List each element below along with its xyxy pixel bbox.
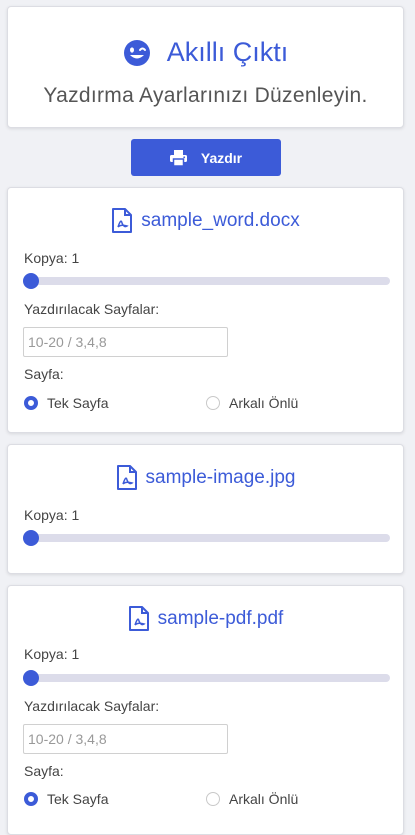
radio-label: Arkalı Önlü <box>229 791 299 807</box>
pages-label: Yazdırılacak Sayfalar: <box>24 698 160 714</box>
slider-thumb[interactable] <box>23 273 39 289</box>
side-label: Sayfa: <box>24 763 64 779</box>
app-title: Akıllı Çıktı <box>166 37 289 67</box>
radio-label: Tek Sayfa <box>47 395 109 411</box>
radio-label: Tek Sayfa <box>47 791 109 807</box>
app-title-row: Akıllı Çıktı <box>8 37 403 68</box>
radio-double-side[interactable]: Arkalı Önlü <box>206 395 298 411</box>
copies-slider[interactable] <box>23 273 390 289</box>
copies-label: Kopya: 1 <box>24 250 80 266</box>
side-radio-group: Tek Sayfa Arkalı Önlü <box>24 791 394 811</box>
radio-checked-icon <box>24 792 38 806</box>
copies-slider[interactable] <box>23 670 390 686</box>
file-name: sample-image.jpg <box>145 467 296 488</box>
print-button-label: Yazdır <box>200 149 243 166</box>
radio-unchecked-icon <box>206 792 220 806</box>
copies-slider[interactable] <box>23 530 390 546</box>
print-button[interactable]: Yazdır <box>131 139 281 176</box>
file-card: sample-pdf.pdf Kopya: 1 Yazdırılacak Say… <box>7 585 404 835</box>
radio-label: Arkalı Önlü <box>229 395 299 411</box>
slider-thumb[interactable] <box>23 530 39 546</box>
file-title: sample-image.jpg <box>8 465 403 491</box>
file-pdf-icon <box>116 465 137 490</box>
printer-icon <box>169 149 187 166</box>
side-radio-group: Tek Sayfa Arkalı Önlü <box>24 395 394 415</box>
radio-single-side[interactable]: Tek Sayfa <box>24 395 108 411</box>
app-subtitle: Yazdırma Ayarlarınızı Düzenleyin. <box>43 84 368 107</box>
copies-label: Kopya: 1 <box>24 646 80 662</box>
side-label: Sayfa: <box>24 366 64 382</box>
radio-checked-icon <box>24 396 38 410</box>
file-card: sample-image.jpg Kopya: 1 <box>7 444 404 574</box>
radio-double-side[interactable]: Arkalı Önlü <box>206 791 298 807</box>
radio-single-side[interactable]: Tek Sayfa <box>24 791 108 807</box>
copies-label: Kopya: 1 <box>24 507 80 523</box>
file-title: sample_word.docx <box>8 208 403 234</box>
file-pdf-icon <box>112 208 133 233</box>
file-title: sample-pdf.pdf <box>8 606 403 632</box>
slider-thumb[interactable] <box>23 670 39 686</box>
file-card: sample_word.docx Kopya: 1 Yazdırılacak S… <box>7 187 404 433</box>
pages-label: Yazdırılacak Sayfalar: <box>24 301 160 317</box>
file-name: sample-pdf.pdf <box>157 608 284 629</box>
pages-input[interactable] <box>23 724 228 754</box>
file-name: sample_word.docx <box>141 210 300 231</box>
file-pdf-icon <box>128 606 149 631</box>
radio-unchecked-icon <box>206 396 220 410</box>
pages-input[interactable] <box>23 327 228 357</box>
smile-wink-icon <box>123 39 150 66</box>
header-card: Akıllı Çıktı Yazdırma Ayarlarınızı Düzen… <box>7 6 404 128</box>
